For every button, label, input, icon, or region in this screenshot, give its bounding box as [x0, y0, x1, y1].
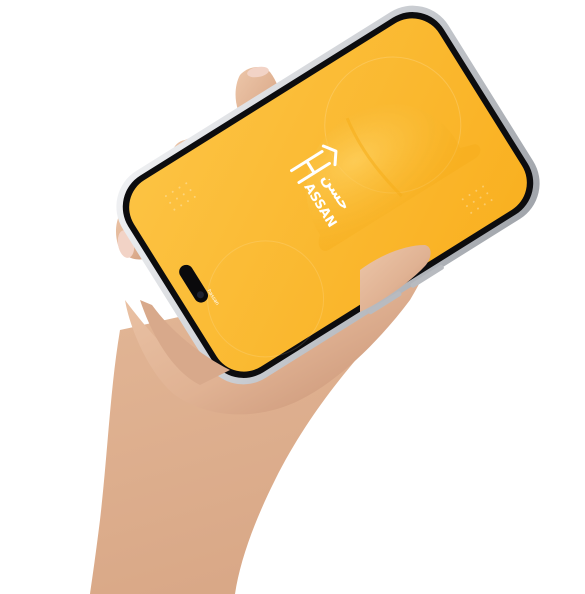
phone-in-hand-photo: حسن ASSAN hassan: [90, 5, 540, 594]
